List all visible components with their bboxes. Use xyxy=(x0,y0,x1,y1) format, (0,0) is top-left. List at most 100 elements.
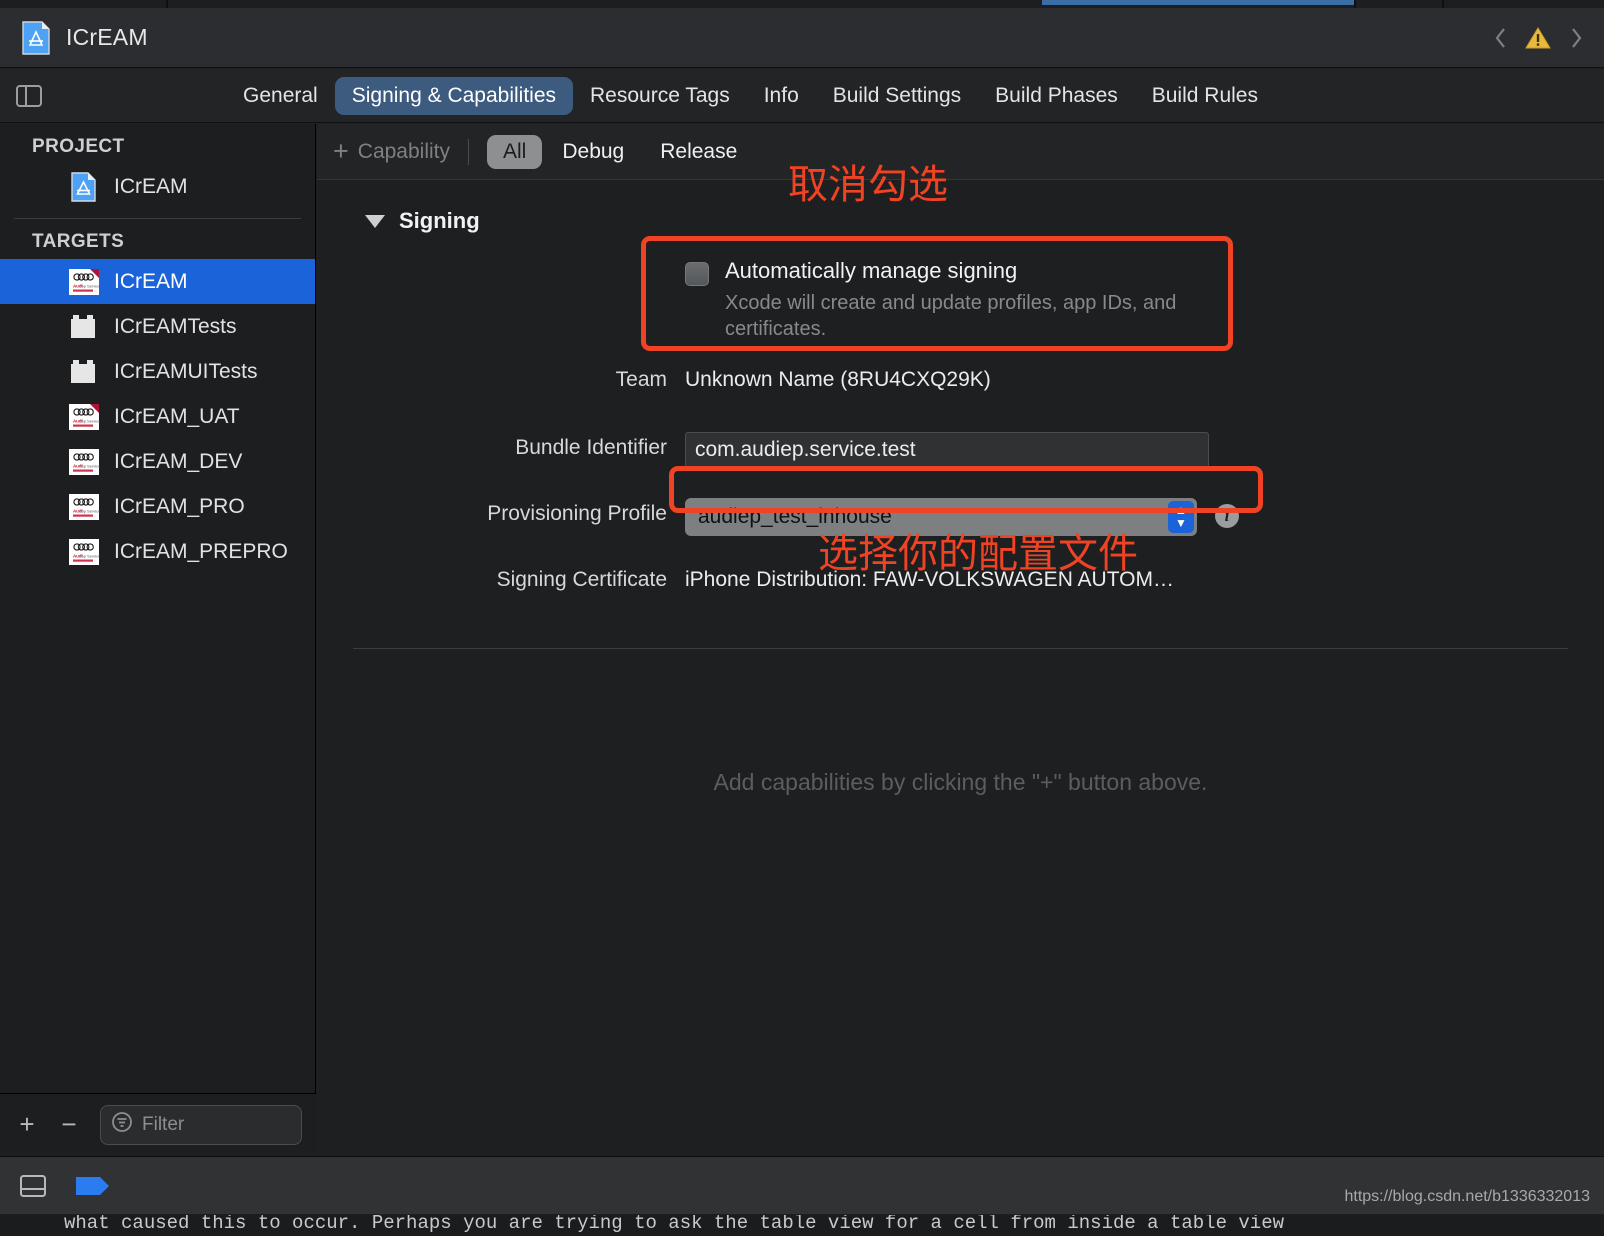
sidebar-item-label: ICrEAM xyxy=(114,269,188,293)
filter-input[interactable]: Filter xyxy=(100,1104,302,1145)
auto-manage-checkbox-group[interactable]: Automatically manage signing Xcode will … xyxy=(685,256,1215,342)
add-target-button[interactable]: + xyxy=(12,1109,42,1140)
signing-section-title: Signing xyxy=(399,208,480,233)
svg-text:Top Service: Top Service xyxy=(80,508,101,513)
team-row: Team Unknown Name (8RU4CXQ29K) xyxy=(317,364,1604,414)
segment-release[interactable]: Release xyxy=(644,135,753,169)
sidebar-item-label: ICrEAM_UAT xyxy=(114,404,240,428)
sidebar-item-project-icream[interactable]: ICrEAM xyxy=(0,164,315,209)
add-capability-button[interactable]: + Capability xyxy=(333,138,450,165)
svg-text:Top Service: Top Service xyxy=(80,553,101,558)
test-bundle-icon xyxy=(68,311,100,343)
project-navigator-sidebar: PROJECT ICrEAM TARGETS Audi Top Service … xyxy=(0,124,316,1155)
window-top-strip xyxy=(0,0,1604,8)
title-bar: ICrEAM xyxy=(0,8,1604,68)
sidebar-item-label: ICrEAM_PREPRO xyxy=(114,539,288,563)
active-editor-indicator xyxy=(1042,0,1354,5)
sidebar-item-label: ICrEAMTests xyxy=(114,314,237,338)
bundle-identifier-row: Bundle Identifier com.audiep.service.tes… xyxy=(317,432,1604,482)
team-label: Team xyxy=(615,368,667,391)
test-bundle-icon xyxy=(68,356,100,388)
signing-certificate-label: Signing Certificate xyxy=(496,568,667,591)
auto-manage-row: Automatically manage signing Xcode will … xyxy=(317,256,1604,342)
bundle-identifier-label: Bundle Identifier xyxy=(515,436,667,459)
remove-target-button[interactable]: − xyxy=(54,1109,84,1140)
capability-toolbar: + Capability All Debug Release xyxy=(317,124,1604,180)
audi-app-icon: Audi Top Service xyxy=(68,446,101,478)
tab-general[interactable]: General xyxy=(226,77,335,115)
sidebar-toggle-icon[interactable] xyxy=(12,82,46,110)
watermark-url: https://blog.csdn.net/b1336332013 xyxy=(1344,1188,1590,1205)
section-divider xyxy=(353,648,1568,649)
info-circle-icon[interactable]: i xyxy=(1215,504,1239,528)
segment-debug[interactable]: Debug xyxy=(546,135,640,169)
chevron-right-icon[interactable] xyxy=(1566,24,1586,52)
bundle-identifier-input[interactable]: com.audiep.service.test xyxy=(685,432,1209,468)
sidebar-item-target-icream-pro[interactable]: Audi Top Service ICrEAM_PRO xyxy=(0,484,315,529)
team-value: Unknown Name (8RU4CXQ29K) xyxy=(685,368,991,391)
filter-placeholder: Filter xyxy=(142,1113,185,1135)
provisioning-profile-row: Provisioning Profile audiep_test_inhouse… xyxy=(317,498,1604,548)
auto-manage-spacer xyxy=(317,256,685,260)
title-bar-actions xyxy=(1490,24,1586,52)
signing-capabilities-pane: + Capability All Debug Release Signing A… xyxy=(317,124,1604,1155)
tab-list: General Signing & Capabilities Resource … xyxy=(226,76,1275,115)
sidebar-item-target-icream-dev[interactable]: Audi Top Service ICrEAM_DEV xyxy=(0,439,315,484)
signing-section-header[interactable]: Signing xyxy=(365,208,1604,234)
sidebar-item-target-icreamuitests[interactable]: ICrEAMUITests xyxy=(0,349,315,394)
add-capability-label: Capability xyxy=(357,139,450,163)
svg-text:Top Service: Top Service xyxy=(80,463,101,468)
sidebar-item-target-icream-prepro[interactable]: Audi Top Service ICrEAM_PREPRO xyxy=(0,529,315,574)
tab-info[interactable]: Info xyxy=(747,77,816,115)
audi-app-icon: Audi Top Service xyxy=(68,536,101,568)
sidebar-item-label: ICrEAM_DEV xyxy=(114,449,243,473)
strip-divider-left xyxy=(166,0,168,8)
editor-tab-bar: General Signing & Capabilities Resource … xyxy=(0,69,1604,123)
svg-text:Top Service: Top Service xyxy=(80,283,101,288)
plus-icon: + xyxy=(333,136,349,166)
auto-manage-description: Xcode will create and update profiles, a… xyxy=(725,292,1177,340)
empty-capabilities-message: Add capabilities by clicking the "+" but… xyxy=(713,769,1208,795)
auto-manage-label: Automatically manage signing xyxy=(725,258,1018,283)
sidebar-item-label: ICrEAMUITests xyxy=(114,359,258,383)
segment-all[interactable]: All xyxy=(487,134,543,169)
tab-build-settings[interactable]: Build Settings xyxy=(816,77,978,115)
audi-app-icon: Audi Top Service xyxy=(68,401,101,433)
tab-resource-tags[interactable]: Resource Tags xyxy=(573,77,747,115)
provisioning-profile-select[interactable]: audiep_test_inhouse ▲ ▼ xyxy=(685,498,1197,536)
sidebar-item-target-icreamtests[interactable]: ICrEAMTests xyxy=(0,304,315,349)
automatically-manage-signing-checkbox[interactable] xyxy=(685,262,709,286)
svg-text:Top Service: Top Service xyxy=(80,418,101,423)
triangle-down-icon[interactable] xyxy=(365,214,385,228)
warning-triangle-icon[interactable] xyxy=(1524,24,1552,52)
signing-certificate-value: iPhone Distribution: FAW-VOLKSWAGEN AUTO… xyxy=(685,568,1174,591)
bottom-status-bar: https://blog.csdn.net/b1336332013 xyxy=(0,1156,1604,1214)
page-title: ICrEAM xyxy=(66,24,148,50)
chevron-left-icon[interactable] xyxy=(1490,24,1510,52)
console-text: what caused this to occur. Perhaps you a… xyxy=(64,1215,1284,1234)
sidebar-item-target-icream-uat[interactable]: Audi Top Service ICrEAM_UAT xyxy=(0,394,315,439)
tab-build-rules[interactable]: Build Rules xyxy=(1135,77,1275,115)
tab-build-phases[interactable]: Build Phases xyxy=(978,77,1135,115)
signing-certificate-row: Signing Certificate iPhone Distribution:… xyxy=(317,564,1604,614)
targets-section-header: TARGETS xyxy=(32,231,125,252)
bottom-panel-toggle-icon[interactable] xyxy=(18,1173,48,1199)
sidebar-item-label: ICrEAM xyxy=(114,174,188,198)
project-section-header: PROJECT xyxy=(32,136,125,157)
sidebar-item-target-icream[interactable]: Audi Top Service ICrEAM xyxy=(0,259,315,304)
provisioning-profile-value: audiep_test_inhouse xyxy=(698,505,892,528)
toolbar-divider xyxy=(468,138,469,165)
xcode-window: ICrEAM General Signing & Capabilities Re… xyxy=(0,0,1604,1236)
strip-divider-mid xyxy=(1354,0,1356,8)
console-output-peek: what caused this to occur. Perhaps you a… xyxy=(0,1215,1604,1236)
filter-icon xyxy=(111,1111,133,1138)
audi-app-icon: Audi Top Service xyxy=(68,266,101,298)
blue-tag-icon[interactable] xyxy=(74,1173,116,1199)
provisioning-profile-label: Provisioning Profile xyxy=(487,502,667,525)
app-project-icon xyxy=(22,20,50,55)
configuration-filter-segments: All Debug Release xyxy=(487,134,753,169)
sidebar-item-label: ICrEAM_PRO xyxy=(114,494,245,518)
strip-divider-right xyxy=(1442,0,1444,8)
tab-signing-capabilities[interactable]: Signing & Capabilities xyxy=(334,76,574,115)
updown-stepper-icon[interactable]: ▲ ▼ xyxy=(1168,501,1194,533)
